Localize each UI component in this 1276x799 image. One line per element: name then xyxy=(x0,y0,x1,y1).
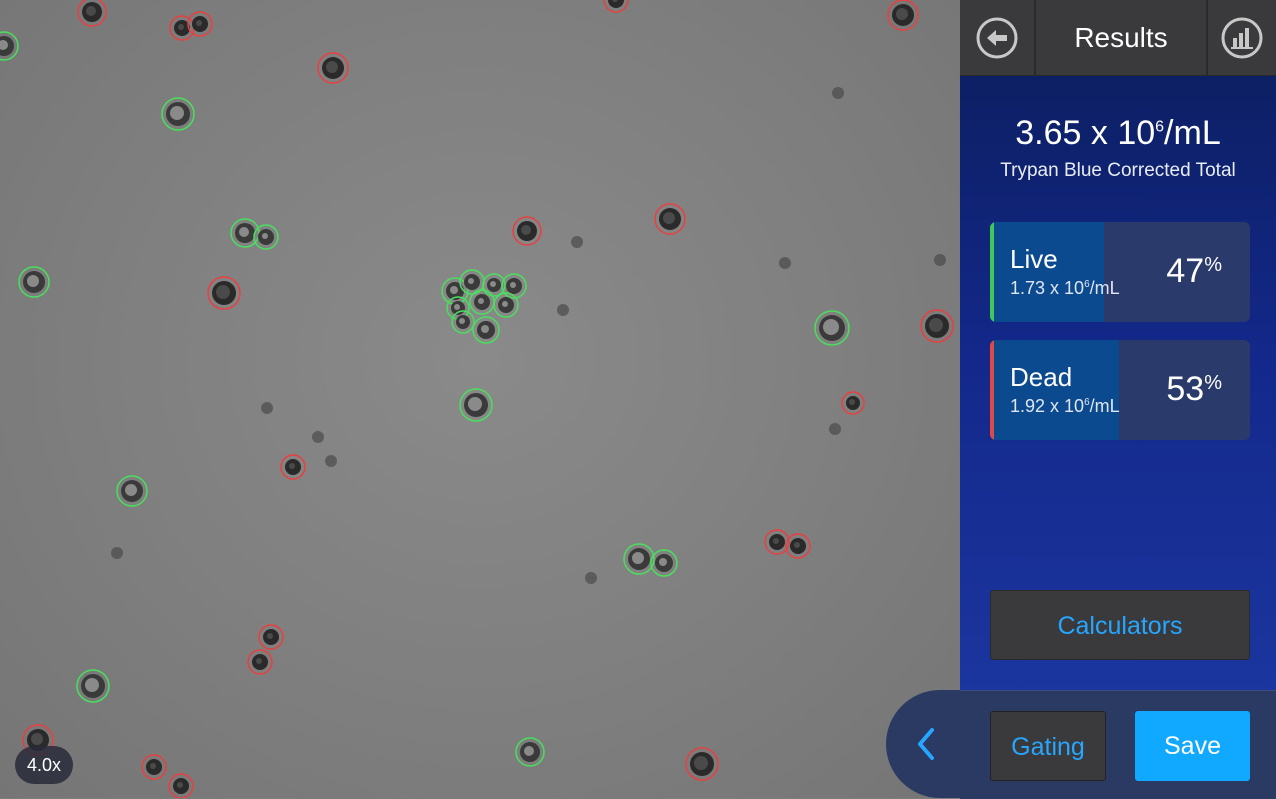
live-concentration: 1.73 x 106/mL xyxy=(1010,278,1120,298)
dead-cell xyxy=(887,0,919,31)
dead-cell xyxy=(169,15,195,41)
dead-indicator xyxy=(990,340,994,440)
back-arrow-icon xyxy=(976,17,1018,58)
dead-cell xyxy=(654,203,686,235)
live-cell xyxy=(76,669,110,703)
debris xyxy=(571,236,583,248)
live-cell xyxy=(451,310,475,334)
debris xyxy=(934,254,946,266)
live-cell xyxy=(253,224,279,250)
save-button[interactable]: Save xyxy=(1135,711,1250,781)
dead-cell xyxy=(168,773,194,798)
live-cell xyxy=(650,549,678,577)
live-cell xyxy=(116,475,148,507)
debris xyxy=(261,402,273,414)
dead-cell xyxy=(512,216,542,246)
debris xyxy=(312,431,324,443)
live-card[interactable]: Live 1.73 x 106/mL 47% xyxy=(990,222,1250,322)
dead-cell xyxy=(187,11,213,37)
dead-label: Dead xyxy=(1010,362,1073,392)
dead-cell xyxy=(841,391,865,415)
bottom-bar: Gating Save xyxy=(960,690,1276,799)
live-cell xyxy=(459,388,493,422)
dead-cell xyxy=(207,276,241,310)
debris xyxy=(585,572,597,584)
chevron-left-icon[interactable] xyxy=(912,726,942,762)
live-cell xyxy=(623,543,655,575)
chart-button[interactable] xyxy=(1208,0,1276,75)
live-cell xyxy=(472,316,500,344)
debris xyxy=(832,87,844,99)
dead-cell xyxy=(247,649,273,675)
live-label: Live xyxy=(1010,244,1058,274)
live-cell xyxy=(0,31,19,61)
dead-cell xyxy=(141,754,167,780)
debris xyxy=(779,257,791,269)
dead-cell xyxy=(764,529,790,555)
dead-cell xyxy=(317,52,349,84)
gating-button[interactable]: Gating xyxy=(990,711,1106,781)
zoom-badge: 4.0x xyxy=(15,746,74,784)
results-header: Results xyxy=(960,0,1276,76)
debris xyxy=(325,455,337,467)
results-panel: Results 3.65 x 106/mL Trypan Blue Correc… xyxy=(960,0,1276,799)
cell-overlay xyxy=(0,0,954,798)
live-cell xyxy=(814,310,850,346)
debris xyxy=(557,304,569,316)
debris xyxy=(829,423,841,435)
dead-card[interactable]: Dead 1.92 x 106/mL 53% xyxy=(990,340,1250,440)
dead-percent: 53% xyxy=(1166,370,1222,408)
dead-cell xyxy=(280,454,306,480)
dead-cell xyxy=(785,533,811,559)
calculators-button[interactable]: Calculators xyxy=(990,590,1250,660)
live-cell xyxy=(18,266,50,298)
live-cell xyxy=(493,292,519,318)
bar-chart-icon xyxy=(1221,17,1263,58)
total-label: Trypan Blue Corrected Total xyxy=(1000,160,1236,181)
dead-cell xyxy=(603,0,629,13)
live-cell xyxy=(469,289,495,315)
dead-cell xyxy=(920,309,954,343)
cell-image-view[interactable]: 4.0x xyxy=(0,0,960,798)
back-button[interactable] xyxy=(960,0,1034,75)
dead-cell xyxy=(258,624,284,650)
debris xyxy=(111,547,123,559)
dead-cell xyxy=(77,0,107,27)
live-cell xyxy=(161,97,195,131)
page-title: Results xyxy=(1074,22,1168,53)
live-indicator xyxy=(990,222,994,322)
total-concentration: 3.65 x 106/mL xyxy=(1015,114,1221,152)
live-percent: 47% xyxy=(1166,252,1222,290)
dead-concentration: 1.92 x 106/mL xyxy=(1010,396,1120,416)
dead-cell xyxy=(685,747,719,781)
live-cell xyxy=(515,737,545,767)
